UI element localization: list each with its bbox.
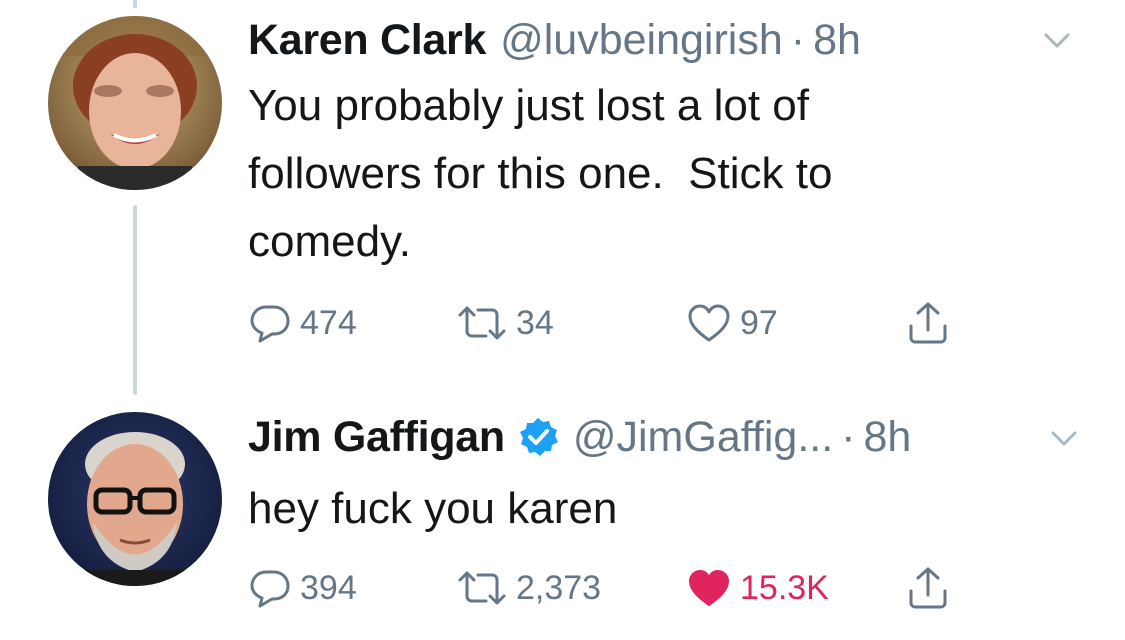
handle[interactable]: @JimGaffig...: [573, 413, 833, 462]
chevron-down-icon[interactable]: [1043, 32, 1071, 50]
timestamp[interactable]: 8h: [813, 16, 861, 65]
reply-button[interactable]: 394: [248, 560, 357, 616]
share-button[interactable]: [906, 295, 950, 351]
like-count: 97: [740, 303, 778, 342]
heart-icon: [689, 570, 729, 606]
tweet[interactable]: Jim Gaffigan @JimGaffig... · 8h hey fuck…: [0, 390, 1125, 640]
separator: ·: [790, 15, 806, 64]
chevron-down-icon[interactable]: [1050, 430, 1078, 448]
avatar[interactable]: [48, 16, 222, 190]
timestamp[interactable]: 8h: [863, 413, 911, 462]
like-button[interactable]: 97: [686, 295, 778, 351]
retweet-count: 34: [516, 303, 554, 342]
tweet-text: You probably just lost a lot of follower…: [248, 81, 833, 266]
tweet[interactable]: Karen Clark @luvbeingirish · 8h You prob…: [0, 0, 1125, 390]
reply-button[interactable]: 474: [248, 295, 357, 351]
like-count: 15.3K: [740, 568, 829, 607]
reply-icon: [250, 570, 290, 608]
avatar-image: [48, 412, 222, 586]
avatar-image: [48, 16, 222, 190]
display-name[interactable]: Karen Clark: [248, 16, 486, 65]
avatar[interactable]: [48, 412, 222, 586]
retweet-button[interactable]: 2,373: [456, 560, 601, 616]
separator: ·: [841, 412, 856, 461]
reply-count: 394: [300, 568, 357, 607]
retweet-button[interactable]: 34: [456, 295, 554, 351]
tweet-actions: 394 2,373 15.3K: [248, 560, 1008, 616]
tweet-text: hey fuck you karen: [248, 484, 618, 533]
retweet-icon: [458, 571, 506, 605]
tweet-header: Jim Gaffigan @JimGaffig... · 8h: [248, 407, 1085, 467]
reply-icon: [250, 305, 290, 343]
share-button[interactable]: [906, 560, 950, 616]
retweet-icon: [458, 306, 506, 340]
retweet-count: 2,373: [516, 568, 602, 607]
like-button[interactable]: 15.3K: [686, 560, 829, 616]
tweet-header: Karen Clark @luvbeingirish · 8h: [248, 10, 1085, 70]
handle[interactable]: @luvbeingirish: [500, 16, 783, 65]
heart-icon: [688, 304, 730, 342]
reply-count: 474: [300, 303, 357, 342]
share-icon: [909, 567, 947, 609]
tweet-actions: 474 34 97: [248, 295, 1008, 351]
display-name[interactable]: Jim Gaffigan: [248, 413, 505, 462]
verified-badge-icon: [519, 418, 558, 456]
share-icon: [909, 302, 947, 344]
